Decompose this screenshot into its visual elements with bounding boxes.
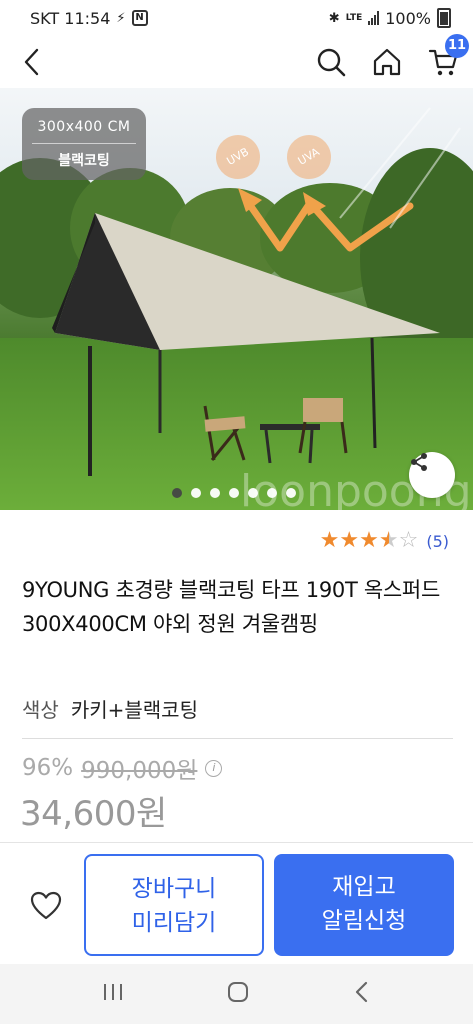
status-bar: SKT 11:54 ⚡ N ✱ LTE 100% [0,0,473,36]
back-icon [24,48,39,76]
size-badge-divider [32,143,136,144]
carrier-time: SKT 11:54 [30,8,111,28]
carousel-dot[interactable] [286,488,296,498]
share-button[interactable] [409,452,455,498]
option-row: 색상 카키+블랙코팅 [22,694,198,723]
rating[interactable]: ★★★★☆ (5) [320,530,449,552]
signal-icon [368,11,380,25]
star-full-icon: ★ [319,528,340,553]
size-badge: 300x400 CM 블랙코팅 [22,108,146,180]
carousel-dot[interactable] [267,488,277,498]
search-button[interactable] [315,46,347,78]
divider [22,738,453,739]
action-bar: 장바구니 미리담기 재입고 알림신청 [0,842,473,964]
app-header: 11 [0,34,473,88]
home-button[interactable] [371,46,403,78]
app-notification-icon: N [131,10,148,26]
wishlist-button[interactable] [22,888,70,924]
recent-apps-icon [103,984,122,1000]
rating-stars: ★★★★☆ [320,530,419,552]
product-image-carousel[interactable]: loonpoongrg 300x400 CM 블랙코팅 UVB UVA [0,88,473,510]
add-to-cart-button[interactable]: 장바구니 미리담기 [84,854,264,956]
star-half-icon: ★ [378,528,399,553]
sale-price: 34,600원 [20,794,167,834]
home-nav-icon [228,982,249,1002]
discount-rate: 96% [22,755,74,781]
carousel-dot[interactable] [248,488,258,498]
battery-icon [437,8,451,28]
back-nav-icon [356,981,368,1003]
home-icon [373,48,401,76]
review-count[interactable]: (5) [426,532,449,551]
cart-count-badge: 11 [445,34,469,58]
cart-btn-line1: 장바구니 [131,876,217,902]
network-label: LTE [345,12,363,23]
star-full-icon: ★ [359,528,379,553]
carousel-dots [172,488,296,498]
battery-percent: 100% [385,8,431,28]
restock-alert-button[interactable]: 재입고 알림신청 [274,854,454,956]
info-icon[interactable]: i [205,759,223,777]
cart-button[interactable]: 11 [427,34,469,78]
product-title: 9YOUNG 초경량 블랙코팅 타프 190T 옥스퍼드 300X400CM 야… [22,578,440,636]
recent-apps-button[interactable] [101,981,125,1007]
restock-btn-line2: 알림신청 [321,908,407,934]
carousel-dot[interactable] [172,488,182,498]
size-label: 300x400 CM [37,119,131,135]
system-nav-bar [0,964,473,1024]
option-label: 색상 [22,698,59,722]
search-icon [317,48,346,77]
coating-label: 블랙코팅 [58,153,110,169]
option-value: 카키+블랙코팅 [70,698,198,722]
original-price: 990,000원 [81,758,198,784]
carousel-dot[interactable] [229,488,239,498]
star-full-icon: ★ [339,528,360,553]
home-nav-button[interactable] [226,980,250,1008]
restock-btn-line1: 재입고 [332,874,396,900]
bluetooth-icon: ✱ [328,10,340,26]
carousel-dot[interactable] [191,488,201,498]
heart-icon [30,891,62,920]
bolt-icon: ⚡ [116,10,126,26]
back-nav-button[interactable] [352,980,372,1008]
star-empty-icon: ☆ [398,528,419,553]
cart-btn-line2: 미리담기 [131,910,217,936]
original-price-row: 96% 990,000원 i [22,751,223,785]
share-icon [411,453,427,471]
back-button[interactable] [16,46,48,78]
carousel-dot[interactable] [210,488,220,498]
